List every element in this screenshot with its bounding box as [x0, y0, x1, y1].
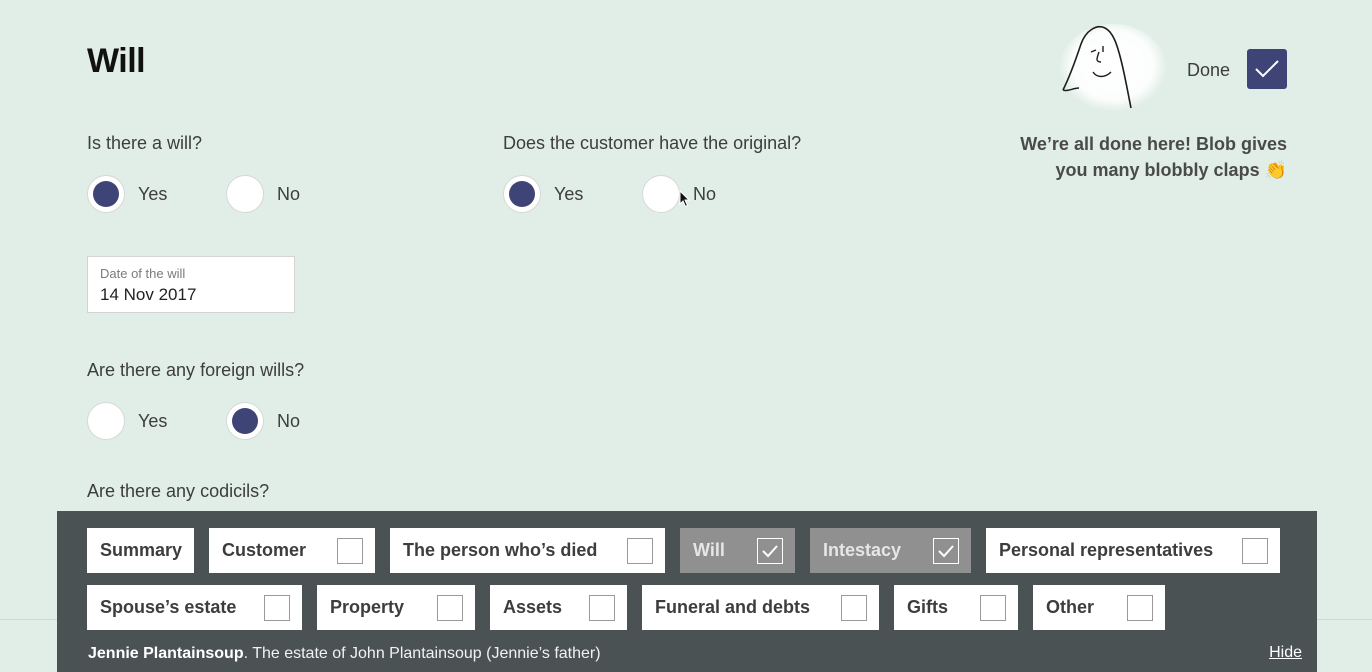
nav-tile-property[interactable]: Property — [317, 585, 475, 630]
radio-button[interactable] — [87, 402, 125, 440]
radio-label: No — [693, 183, 717, 204]
nav-tile-label: Gifts — [907, 597, 949, 617]
done-message-line: you many blobbly claps 👏 — [1055, 160, 1287, 180]
tile-checkbox — [627, 537, 653, 564]
date-of-will-label: Date of the will — [100, 266, 186, 281]
radio-label: No — [277, 410, 301, 431]
date-of-will-field[interactable]: Date of the will 14 Nov 2017 — [87, 256, 295, 313]
nav-tile-spouses-estate[interactable]: Spouse’s estate — [87, 585, 302, 630]
radio-option-yes[interactable]: Yes — [87, 402, 226, 440]
radio-button[interactable] — [226, 175, 264, 213]
nav-tile-label: Other — [1046, 597, 1095, 617]
radio-group-foreign-wills: Yes No — [87, 402, 365, 440]
check-icon — [1255, 60, 1279, 78]
check-icon — [938, 544, 954, 557]
radio-label: Yes — [138, 410, 168, 431]
blob-avatar — [1059, 24, 1167, 114]
tile-checkbox — [1242, 537, 1268, 564]
tile-checkbox — [437, 594, 463, 621]
nav-tile-other[interactable]: Other — [1033, 585, 1165, 630]
radio-option-no[interactable]: No — [226, 175, 365, 213]
nav-tile-label: Spouse’s estate — [100, 597, 237, 617]
nav-tile-label: Will — [693, 540, 725, 560]
radio-button-selected[interactable] — [226, 402, 264, 440]
nav-tile-label: Personal representatives — [999, 540, 1214, 560]
tile-checkbox — [264, 594, 290, 621]
nav-tile-assets[interactable]: Assets — [490, 585, 627, 630]
tile-checkbox — [980, 594, 1006, 621]
radio-button-selected[interactable] — [87, 175, 125, 213]
radio-label: Yes — [138, 183, 168, 204]
radio-group-is-there-will: Yes No — [87, 175, 365, 213]
nav-tile-label: Customer — [222, 540, 307, 560]
tile-checkbox — [337, 537, 363, 564]
nav-tile-label: The person who’s died — [403, 540, 598, 560]
radio-label: Yes — [554, 183, 584, 204]
radio-option-no[interactable]: No — [642, 175, 781, 213]
tile-checkbox-checked — [933, 537, 959, 564]
nav-tile-person-who-died[interactable]: The person who’s died — [390, 528, 665, 573]
radio-button-selected[interactable] — [503, 175, 541, 213]
question-foreign-wills: Are there any foreign wills? — [87, 360, 305, 380]
question-is-there-will: Is there a will? — [87, 133, 203, 153]
hide-link[interactable]: Hide — [1269, 644, 1302, 662]
radio-label: No — [277, 183, 301, 204]
nav-tile-label: Property — [330, 597, 405, 617]
nav-tile-personal-representatives[interactable]: Personal representatives — [986, 528, 1280, 573]
nav-tile-funeral-and-debts[interactable]: Funeral and debts — [642, 585, 879, 630]
estate-description: . The estate of John Plantainsoup (Jenni… — [243, 645, 601, 662]
check-icon — [762, 544, 778, 557]
mouse-cursor-icon — [679, 190, 691, 208]
nav-tile-label: Summary — [100, 540, 183, 560]
radio-button[interactable] — [642, 175, 680, 213]
tile-checkbox — [841, 594, 867, 621]
done-checkbox[interactable] — [1247, 49, 1287, 89]
page-title: Will — [87, 42, 146, 80]
nav-tile-customer[interactable]: Customer — [209, 528, 375, 573]
done-message-line: We’re all done here! Blob gives — [1020, 134, 1287, 154]
nav-tile-label: Funeral and debts — [655, 597, 811, 617]
nav-tile-will[interactable]: Will — [680, 528, 795, 573]
radio-option-yes[interactable]: Yes — [87, 175, 226, 213]
question-codicils: Are there any codicils? — [87, 481, 270, 501]
radio-group-has-original: Yes No — [503, 175, 781, 213]
nav-tile-label: Intestacy — [823, 540, 902, 560]
date-of-will-value[interactable]: 14 Nov 2017 — [100, 285, 282, 305]
radio-option-no[interactable]: No — [226, 402, 365, 440]
section-navigation-panel: Summary Customer The person who’s died W… — [57, 511, 1317, 672]
radio-option-yes[interactable]: Yes — [503, 175, 642, 213]
question-has-original: Does the customer have the original? — [503, 133, 802, 153]
nav-tile-label: Assets — [503, 597, 563, 617]
estate-name: Jennie Plantainsoup — [88, 645, 244, 662]
tile-checkbox-checked — [757, 537, 783, 564]
tile-checkbox — [1127, 594, 1153, 621]
tile-checkbox — [589, 594, 615, 621]
nav-tile-intestacy[interactable]: Intestacy — [810, 528, 971, 573]
estate-info: Jennie Plantainsoup. The estate of John … — [88, 645, 601, 663]
nav-tile-gifts[interactable]: Gifts — [894, 585, 1018, 630]
done-label: Done — [1187, 60, 1231, 80]
done-message: We’re all done here! Blob gives you many… — [987, 131, 1287, 183]
nav-tile-summary[interactable]: Summary — [87, 528, 194, 573]
